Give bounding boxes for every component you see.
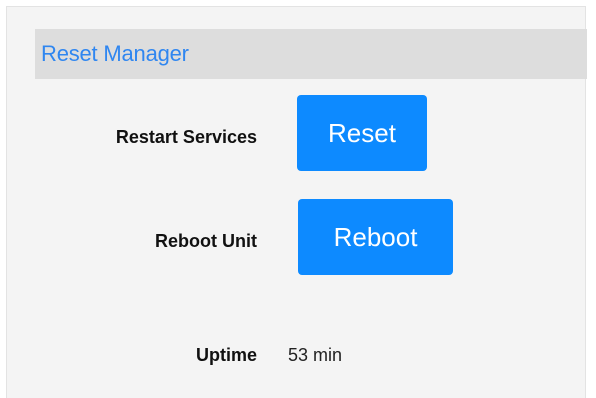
reset-button[interactable]: Reset <box>297 95 427 171</box>
panel-title: Reset Manager <box>41 41 189 66</box>
reboot-unit-label: Reboot Unit <box>155 231 257 251</box>
reset-manager-panel: Reset Manager Restart Services Reset Reb… <box>6 6 587 398</box>
panel-header: Reset Manager <box>35 29 587 79</box>
uptime-label: Uptime <box>195 345 257 365</box>
restart-services-label: Restart Services <box>115 127 257 147</box>
uptime-value: 53 min <box>288 345 343 365</box>
reboot-button[interactable]: Reboot <box>298 199 453 275</box>
